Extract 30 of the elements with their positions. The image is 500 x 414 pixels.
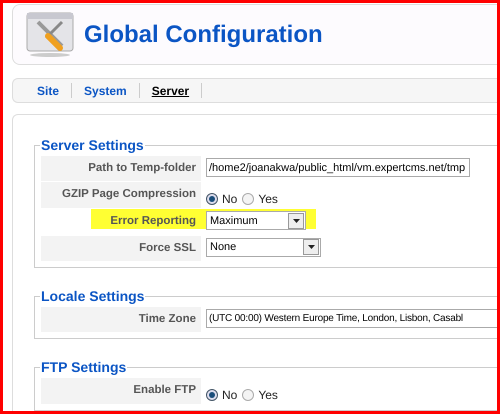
select-field[interactable]: Maximum: [206, 211, 306, 230]
field-label: Error Reporting: [109, 214, 197, 230]
select-field[interactable]: (UTC 00:00) Western Europe Time, London, Lisbon, Casabl: [206, 308, 497, 328]
dropdown-button[interactable]: [303, 239, 319, 255]
tab[interactable]: Server: [140, 82, 202, 100]
radio-label: No: [222, 191, 238, 208]
page-title: Global Configuration: [84, 20, 323, 50]
tools-icon: [26, 12, 74, 58]
tab[interactable]: System: [72, 82, 139, 100]
radio-button[interactable]: [242, 193, 254, 206]
path-field[interactable]: /home2/joanakwa/public_html/vm.expertcms.net/tmp: [206, 158, 470, 177]
caret-icon: [308, 245, 314, 249]
field-label: Enable FTP: [41, 378, 201, 404]
field-label: Force SSL: [41, 236, 201, 261]
tab[interactable]: Site: [25, 82, 72, 100]
field-label: Path to Temp-folder: [41, 156, 201, 182]
dropdown-button[interactable]: [288, 212, 304, 229]
radio-button[interactable]: [206, 389, 218, 401]
field-label: Time Zone: [41, 306, 201, 332]
radio-label: Yes: [258, 191, 278, 208]
radio-label: Yes: [258, 387, 278, 404]
section-title: Server Settings: [40, 136, 145, 155]
radio-label: No: [222, 387, 238, 404]
section-title: FTP Settings: [40, 358, 128, 377]
radio-button[interactable]: [206, 193, 218, 206]
radio-button[interactable]: [242, 389, 254, 401]
caret-icon: [292, 218, 300, 223]
field-label: GZIP Page Compression: [41, 182, 201, 208]
select-field[interactable]: None: [206, 238, 321, 256]
section-title: Locale Settings: [40, 286, 146, 306]
